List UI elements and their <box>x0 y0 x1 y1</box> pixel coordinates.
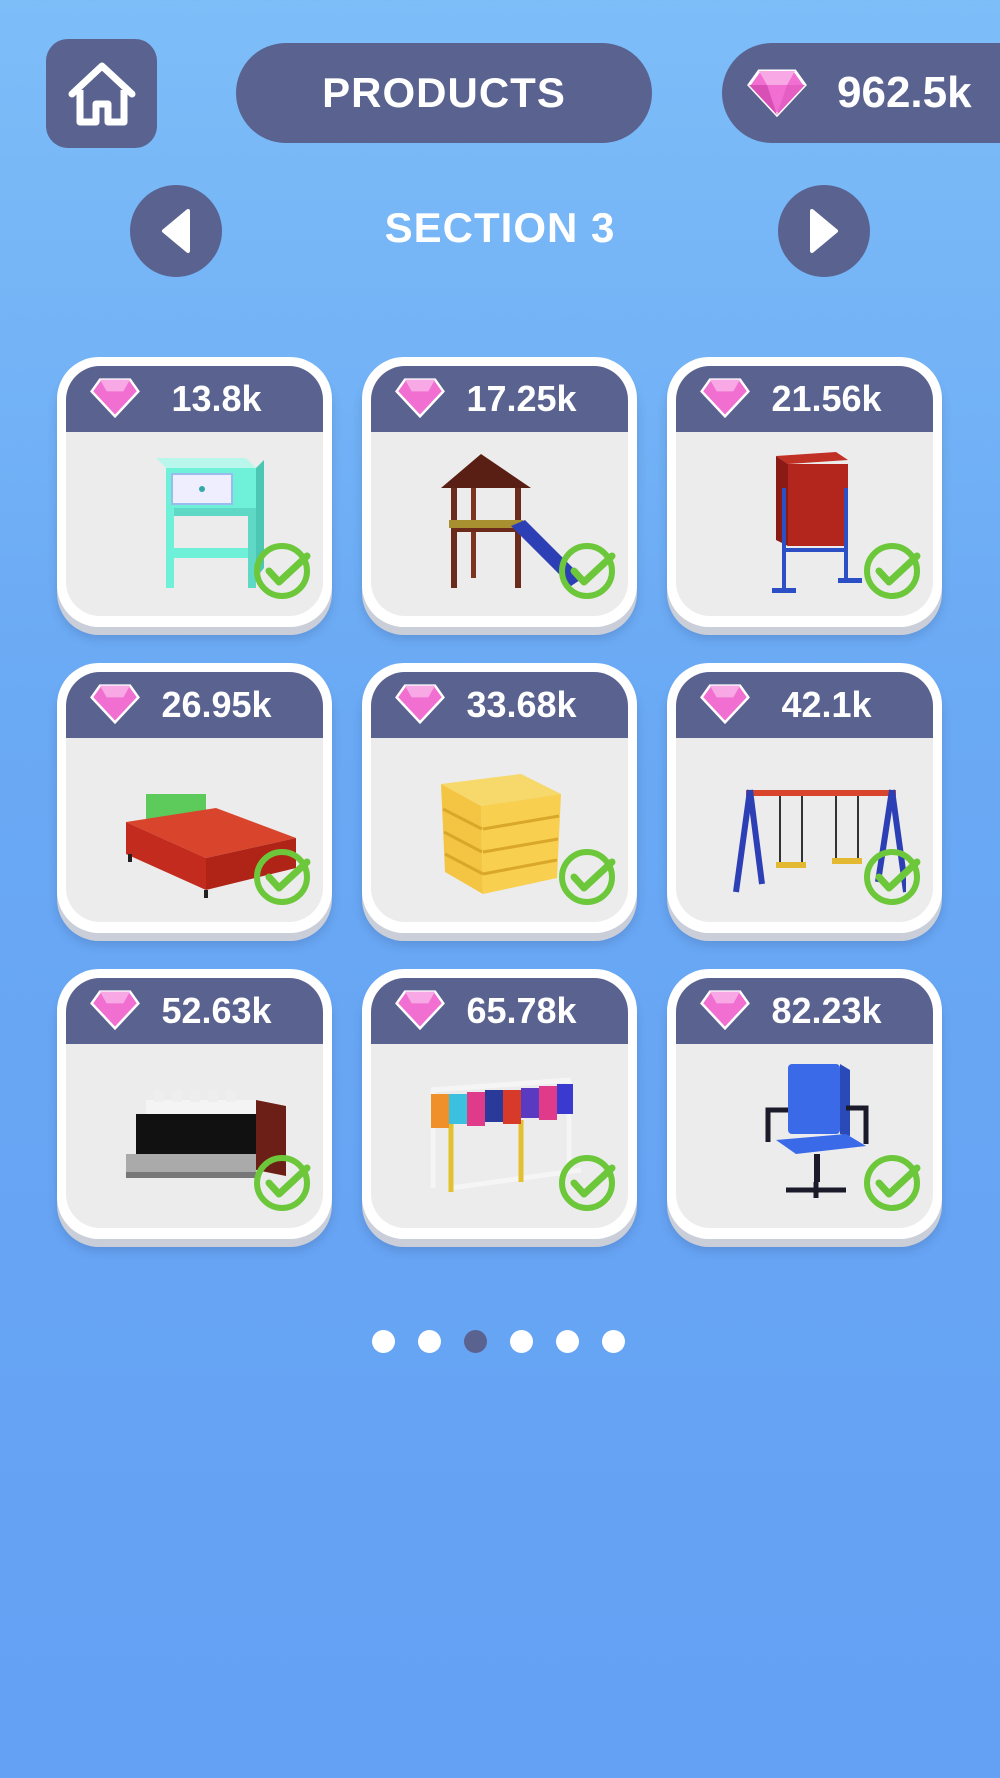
product-card-piano[interactable]: 52.63k <box>57 969 332 1239</box>
gem-balance: 962.5k <box>722 43 1000 143</box>
price-header: 13.8k <box>66 366 323 432</box>
product-price: 65.78k <box>466 990 577 1031</box>
price-header: 82.23k <box>676 978 933 1044</box>
pagination <box>372 1330 625 1353</box>
owned-check-icon <box>254 849 311 905</box>
product-card-board-stand[interactable]: 21.56k <box>667 357 942 627</box>
owned-check-icon <box>559 1155 616 1211</box>
product-card-playground[interactable]: 17.25k <box>362 357 637 627</box>
page-dot-6[interactable] <box>602 1330 625 1353</box>
home-icon <box>68 62 135 125</box>
previous-section-button[interactable] <box>130 185 222 277</box>
price-header: 21.56k <box>676 366 933 432</box>
gem-icon <box>90 990 140 1030</box>
owned-check-icon <box>864 543 921 599</box>
gem-icon <box>90 378 140 418</box>
page-dot-4[interactable] <box>510 1330 533 1353</box>
home-button[interactable] <box>46 39 157 148</box>
owned-check-icon <box>559 543 616 599</box>
product-price: 13.8k <box>171 378 262 419</box>
arrow-right-icon <box>810 209 838 253</box>
price-header: 17.25k <box>371 366 628 432</box>
page-dot-5[interactable] <box>556 1330 579 1353</box>
product-price: 52.63k <box>161 990 272 1031</box>
gem-icon <box>700 990 750 1030</box>
product-card-bed[interactable]: 26.95k <box>57 663 332 933</box>
gem-icon <box>90 684 140 724</box>
page-title: PRODUCTS <box>236 43 652 143</box>
gem-icon <box>700 378 750 418</box>
product-card-office-chair[interactable]: 82.23k <box>667 969 942 1239</box>
product-price: 26.95k <box>161 684 272 725</box>
product-price: 42.1k <box>781 684 872 725</box>
page-dot-2[interactable] <box>418 1330 441 1353</box>
price-header: 52.63k <box>66 978 323 1044</box>
section-title: SECTION 3 <box>384 204 616 251</box>
owned-check-icon <box>559 849 616 905</box>
owned-check-icon <box>254 1155 311 1211</box>
gem-icon <box>395 990 445 1030</box>
product-card-swing[interactable]: 42.1k <box>667 663 942 933</box>
product-card-clothes-rack[interactable]: 65.78k <box>362 969 637 1239</box>
gem-icon <box>395 378 445 418</box>
product-card-crate[interactable]: 33.68k <box>362 663 637 933</box>
owned-check-icon <box>864 1155 921 1211</box>
page-dot-1[interactable] <box>372 1330 395 1353</box>
next-section-button[interactable] <box>778 185 870 277</box>
owned-check-icon <box>254 543 311 599</box>
gem-balance-value: 962.5k <box>837 68 972 117</box>
page-dot-3-active[interactable] <box>464 1330 487 1353</box>
gem-icon <box>395 684 445 724</box>
price-header: 33.68k <box>371 672 628 738</box>
price-header: 42.1k <box>676 672 933 738</box>
owned-check-icon <box>864 849 921 905</box>
price-header: 26.95k <box>66 672 323 738</box>
gem-icon <box>700 684 750 724</box>
product-price: 17.25k <box>466 378 577 419</box>
arrow-left-icon <box>162 209 190 253</box>
product-price: 21.56k <box>771 378 882 419</box>
gem-icon <box>747 69 807 117</box>
product-price: 33.68k <box>466 684 577 725</box>
product-card-nightstand[interactable]: 13.8k <box>57 357 332 627</box>
price-header: 65.78k <box>371 978 628 1044</box>
product-price: 82.23k <box>771 990 882 1031</box>
